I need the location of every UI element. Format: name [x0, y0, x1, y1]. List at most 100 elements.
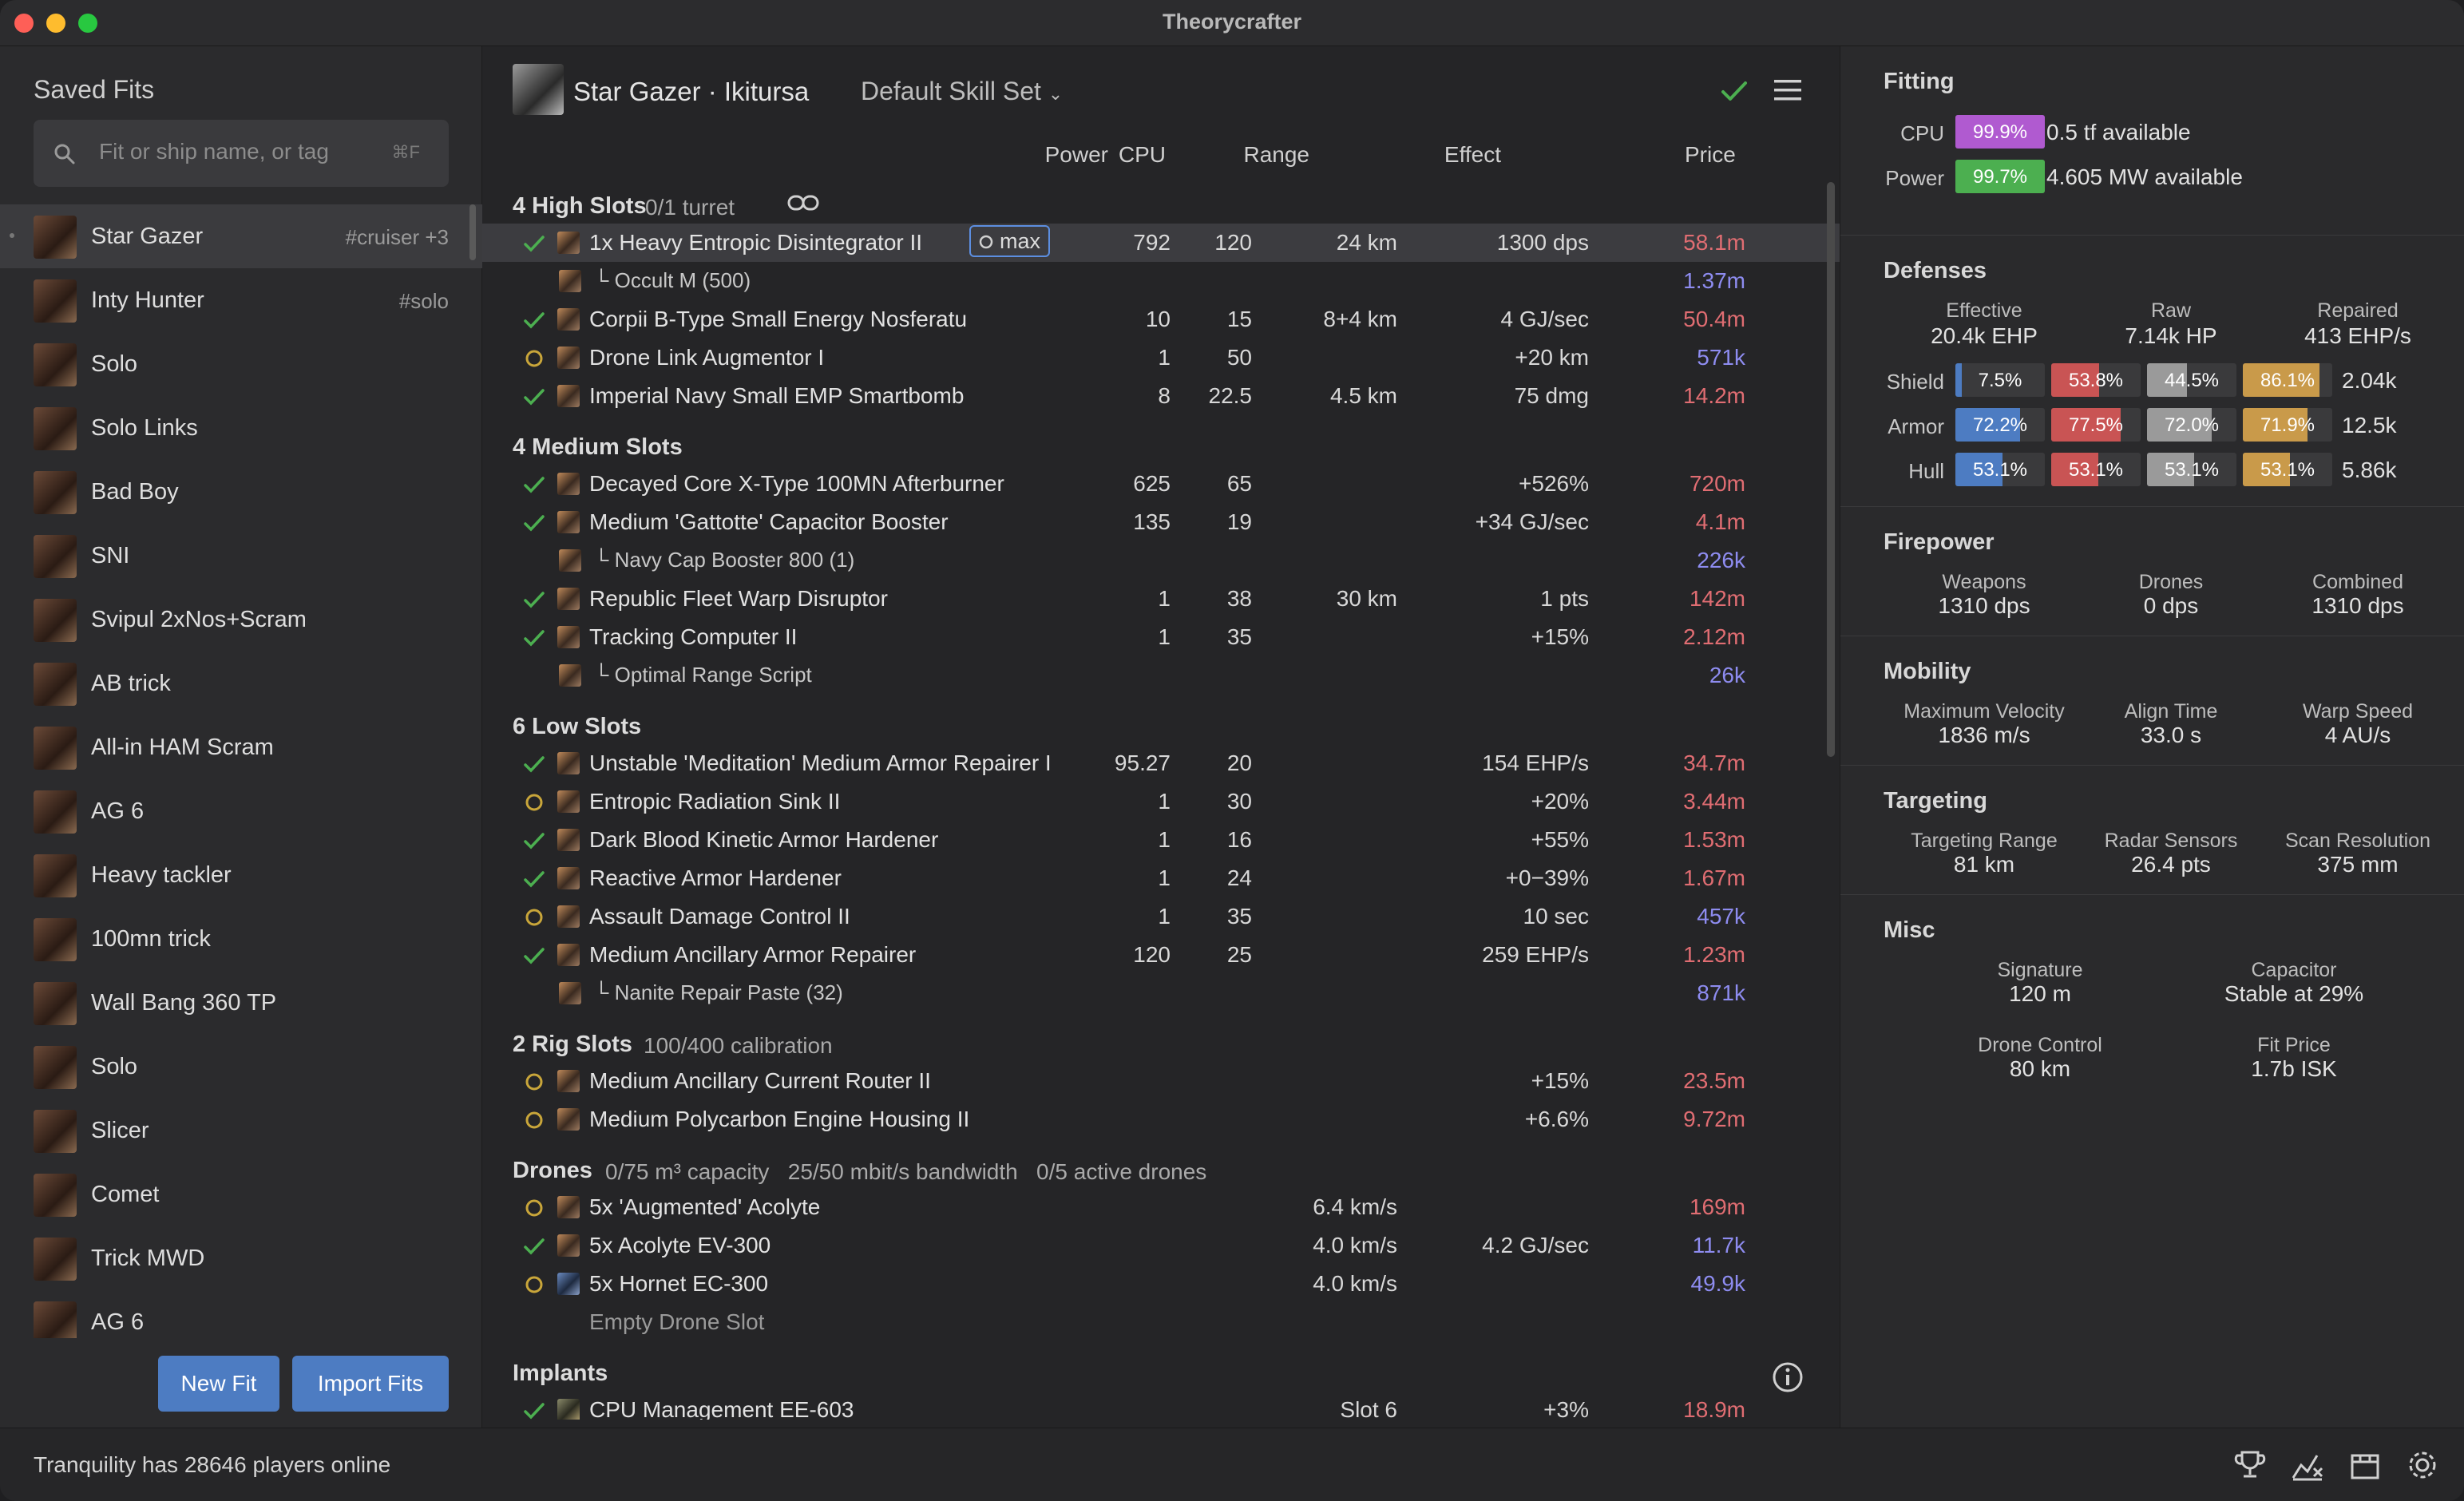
fit-search-input[interactable]: Fit or ship name, or tag ⌘F: [34, 120, 449, 187]
fit-item[interactable]: Wall Bang 360 TP: [0, 971, 482, 1035]
modules-scrollbar[interactable]: [1827, 182, 1835, 757]
fit-item[interactable]: 100mn trick: [0, 907, 482, 971]
fit-item[interactable]: Solo Links: [0, 396, 482, 460]
charge-icon: [559, 982, 581, 1004]
module-row[interactable]: Medium Polycarbon Engine Housing II +6.6…: [482, 1100, 1840, 1139]
fit-item[interactable]: Solo: [0, 1035, 482, 1099]
online-check-icon[interactable]: [522, 385, 546, 409]
charge-row[interactable]: └ Occult M (500) 1.37m: [482, 262, 1840, 300]
module-row[interactable]: Assault Damage Control II 1 35 10 sec 45…: [482, 897, 1840, 936]
charge-row[interactable]: └ Nanite Repair Paste (32) 871k: [482, 974, 1840, 1012]
fit-item[interactable]: Comet: [0, 1162, 482, 1226]
fit-item[interactable]: AG 6: [0, 1290, 482, 1338]
section-subtitle: 0/1 turret: [645, 195, 735, 220]
online-check-icon[interactable]: [522, 232, 546, 255]
charge-row[interactable]: └ Optimal Range Script 26k: [482, 656, 1840, 695]
charge-row[interactable]: └ Navy Cap Booster 800 (1) 226k: [482, 541, 1840, 580]
module-row[interactable]: Drone Link Augmentor I 1 50 +20 km 571k: [482, 339, 1840, 377]
cpu-label: CPU: [1900, 121, 1944, 145]
fit-item[interactable]: Heavy tackler: [0, 843, 482, 907]
market-icon[interactable]: [2347, 1448, 2383, 1483]
module-row[interactable]: Corpii B-Type Small Energy Nosferatu 10 …: [482, 300, 1840, 339]
online-check-icon[interactable]: [522, 1234, 546, 1258]
module-row[interactable]: Tracking Computer II 1 35 +15% 2.12m: [482, 618, 1840, 656]
align-time-label: Align Time: [2124, 700, 2218, 723]
online-check-icon[interactable]: [522, 308, 546, 332]
module-row[interactable]: Reactive Armor Hardener 1 24 +0−39% 1.67…: [482, 859, 1840, 897]
power-value: 1: [1158, 586, 1171, 611]
section-rig-slots: 2 Rig Slots 100/400 calibration: [482, 1012, 1840, 1062]
fit-item[interactable]: Trick MWD: [0, 1226, 482, 1290]
module-row[interactable]: Dark Blood Kinetic Armor Hardener 1 16 +…: [482, 821, 1840, 859]
implant-row[interactable]: CPU Management EE-603 Slot 6 +3% 18.9m: [482, 1391, 1840, 1420]
skill-set-dropdown[interactable]: Default Skill Set ⌄: [861, 77, 1063, 106]
saved-fits-sidebar: Saved Fits Fit or ship name, or tag ⌘F S…: [0, 46, 482, 1428]
ship-thumbnail: [34, 535, 77, 578]
column-power[interactable]: Power: [1045, 142, 1108, 168]
offline-circle-icon[interactable]: [522, 905, 546, 929]
column-range[interactable]: Range: [1243, 142, 1309, 168]
fit-item[interactable]: Slicer: [0, 1099, 482, 1162]
module-row[interactable]: Unstable 'Meditation' Medium Armor Repai…: [482, 744, 1840, 782]
ship-thumbnail: [34, 216, 77, 259]
link-icon[interactable]: [787, 193, 819, 212]
section-subtitle: 0/75 m³ capacity 25/50 mbit/s bandwidth …: [605, 1159, 1207, 1184]
offline-circle-icon[interactable]: [522, 1196, 546, 1220]
sidebar-scrollbar[interactable]: [469, 204, 476, 260]
online-check-icon[interactable]: [522, 829, 546, 853]
module-row[interactable]: Republic Fleet Warp Disruptor 1 38 30 km…: [482, 580, 1840, 618]
online-check-icon[interactable]: [522, 588, 546, 612]
offline-circle-icon[interactable]: [522, 347, 546, 370]
graph-icon[interactable]: [2290, 1448, 2325, 1483]
online-check-icon[interactable]: [522, 867, 546, 891]
offline-circle-icon[interactable]: [522, 1108, 546, 1132]
info-icon[interactable]: [1771, 1360, 1804, 1394]
module-row[interactable]: Entropic Radiation Sink II 1 30 +20% 3.4…: [482, 782, 1840, 821]
import-fits-button[interactable]: Import Fits: [292, 1356, 449, 1412]
column-effect[interactable]: Effect: [1444, 142, 1501, 168]
fit-item[interactable]: Inty Hunter #solo: [0, 268, 482, 332]
signature-label: Signature: [1997, 959, 2083, 981]
module-row[interactable]: Medium Ancillary Current Router II +15% …: [482, 1062, 1840, 1100]
online-check-icon[interactable]: [522, 752, 546, 776]
online-check-icon[interactable]: [522, 626, 546, 650]
offline-circle-icon[interactable]: [522, 1070, 546, 1094]
fit-item[interactable]: All-in HAM Scram: [0, 715, 482, 779]
fit-item[interactable]: AG 6: [0, 779, 482, 843]
drone-row[interactable]: 5x Acolyte EV-300 4.0 km/s 4.2 GJ/sec 11…: [482, 1226, 1840, 1265]
column-cpu[interactable]: CPU: [1119, 142, 1166, 168]
offline-circle-icon[interactable]: [522, 790, 546, 814]
empty-drone-slot[interactable]: Empty Drone Slot: [482, 1303, 1840, 1341]
module-row[interactable]: Decayed Core X-Type 100MN Afterburner 62…: [482, 465, 1840, 503]
fit-item[interactable]: AB trick: [0, 651, 482, 715]
offline-circle-icon[interactable]: [522, 1273, 546, 1297]
trophy-icon[interactable]: [2232, 1448, 2268, 1483]
section-subtitle: 100/400 calibration: [644, 1033, 833, 1058]
gear-icon[interactable]: [2405, 1448, 2440, 1483]
module-icon: [557, 473, 580, 495]
empty-slot-label: Empty Drone Slot: [589, 1309, 765, 1334]
align-time-value: 33.0 s: [2140, 723, 2202, 747]
fit-item[interactable]: Solo: [0, 332, 482, 396]
max-tag[interactable]: max: [969, 225, 1051, 257]
online-check-icon[interactable]: [522, 511, 546, 535]
drone-row[interactable]: 5x Hornet EC-300 4.0 km/s 49.9k: [482, 1265, 1840, 1303]
power-value: 1: [1158, 865, 1171, 890]
module-row[interactable]: Medium Ancillary Armor Repairer 120 25 2…: [482, 936, 1840, 974]
module-row[interactable]: 1x Heavy Entropic Disintegrator II max 7…: [482, 224, 1840, 262]
new-fit-button[interactable]: New Fit: [158, 1356, 279, 1412]
column-price[interactable]: Price: [1685, 142, 1736, 168]
fit-item[interactable]: Svipul 2xNos+Scram: [0, 588, 482, 651]
online-check-icon[interactable]: [522, 1399, 546, 1420]
fit-item[interactable]: SNI: [0, 524, 482, 588]
drone-name: 5x 'Augmented' Acolyte: [589, 1194, 821, 1219]
online-check-icon[interactable]: [522, 944, 546, 968]
drone-row[interactable]: 5x 'Augmented' Acolyte 6.4 km/s 169m: [482, 1188, 1840, 1226]
fit-item[interactable]: Bad Boy: [0, 460, 482, 524]
menu-icon[interactable]: [1773, 77, 1803, 104]
online-check-icon[interactable]: [522, 473, 546, 497]
fit-item[interactable]: Star Gazer #cruiser +3: [0, 204, 482, 268]
module-row[interactable]: Medium 'Gattotte' Capacitor Booster 135 …: [482, 503, 1840, 541]
module-row[interactable]: Imperial Navy Small EMP Smartbomb 8 22.5…: [482, 377, 1840, 415]
section-title: Firepower: [1884, 529, 1995, 555]
